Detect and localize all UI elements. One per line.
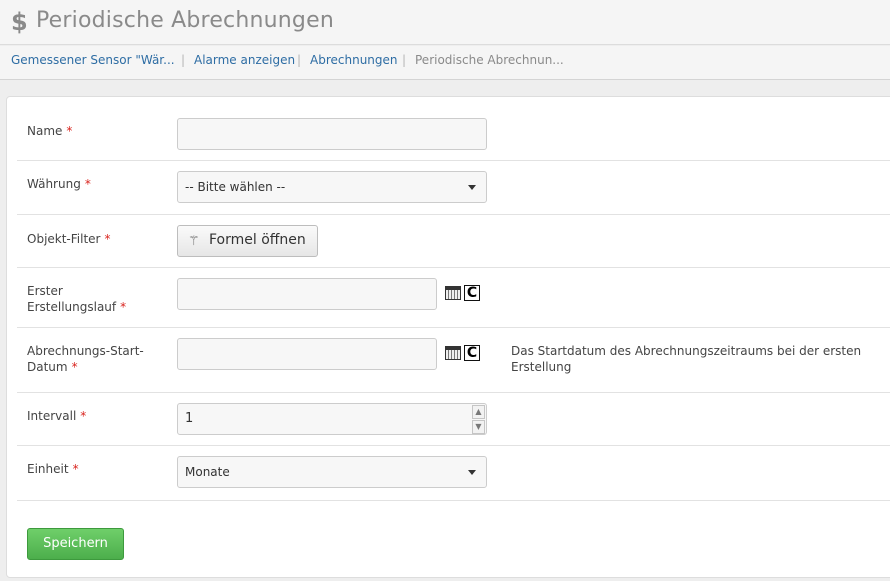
wand-icon: ⚚ <box>188 234 200 249</box>
start-date-help-text: Das Startdatum des Abrechnungszeitraums … <box>511 344 862 374</box>
currency-label: Währung * <box>27 177 91 191</box>
breadcrumb-item-sensor[interactable]: Gemessener Sensor "Wär... <box>11 53 175 67</box>
first-run-input[interactable] <box>177 278 437 310</box>
calendar-icon[interactable] <box>445 286 461 300</box>
required-marker: * <box>120 300 127 314</box>
required-marker: * <box>66 124 73 138</box>
page-title: Periodische Abrechnungen <box>36 8 334 33</box>
unit-select[interactable]: Monate <box>177 456 487 488</box>
required-marker: * <box>84 177 91 191</box>
chevron-down-icon <box>468 185 476 190</box>
clear-icon[interactable]: C <box>464 285 480 301</box>
stepper-up-icon[interactable]: ▲ <box>472 405 485 419</box>
first-run-label: Erster Erstellungslauf * <box>27 284 127 314</box>
open-formula-label: Formel öffnen <box>209 232 306 248</box>
form-row-start-date: Abrechnungs-Start- Datum * C Das Startdatu… <box>17 328 890 393</box>
unit-selected-value: Monate <box>185 465 230 479</box>
breadcrumb-current: Periodische Abrechnun... <box>415 53 564 67</box>
stepper-down-icon[interactable]: ▼ <box>472 420 485 434</box>
clear-icon[interactable]: C <box>464 345 480 361</box>
required-marker: * <box>71 360 78 374</box>
filter-label: Objekt-Filter * <box>27 232 111 246</box>
name-input[interactable] <box>177 118 487 150</box>
form-panel: Name * Währung * -- Bitte wählen -- Objekt… <box>6 96 890 578</box>
breadcrumb-separator: | <box>181 53 186 67</box>
interval-value: 1 <box>185 411 194 426</box>
breadcrumb-separator: | <box>297 53 302 67</box>
breadcrumb: Gemessener Sensor "Wär... | Alarme anzei… <box>0 46 890 80</box>
breadcrumb-item-alarms[interactable]: Alarme anzeigen <box>194 53 295 67</box>
save-button[interactable]: Speichern <box>27 528 124 560</box>
start-date-label: Abrechnungs-Start- Datum * <box>27 344 144 374</box>
required-marker: * <box>104 232 111 246</box>
form-row-first-run: Erster Erstellungslauf * C <box>17 268 890 328</box>
form-row-name: Name * <box>17 107 890 161</box>
start-date-input[interactable] <box>177 338 437 370</box>
interval-label: Intervall * <box>27 409 87 423</box>
breadcrumb-separator: | <box>402 53 407 67</box>
open-formula-button[interactable]: ⚚ Formel öffnen <box>177 225 318 257</box>
form-row-filter: Objekt-Filter * ⚚ Formel öffnen <box>17 215 890 268</box>
form-row-unit: Einheit * Monate <box>17 446 890 501</box>
unit-label: Einheit * <box>27 462 79 476</box>
interval-stepper[interactable]: 1 ▲ ▼ <box>177 403 487 435</box>
dollar-icon: $ <box>11 8 28 36</box>
required-marker: * <box>72 462 79 476</box>
currency-select[interactable]: -- Bitte wählen -- <box>177 171 487 203</box>
form-row-interval: Intervall * 1 ▲ ▼ <box>17 393 890 446</box>
name-label: Name * <box>27 124 73 138</box>
currency-selected-value: -- Bitte wählen -- <box>185 180 286 194</box>
page-header: $ Periodische Abrechnungen <box>0 0 890 45</box>
chevron-down-icon <box>468 470 476 475</box>
breadcrumb-item-billing[interactable]: Abrechnungen <box>310 53 398 67</box>
required-marker: * <box>80 409 87 423</box>
calendar-icon[interactable] <box>445 346 461 360</box>
form-row-currency: Währung * -- Bitte wählen -- <box>17 161 890 215</box>
